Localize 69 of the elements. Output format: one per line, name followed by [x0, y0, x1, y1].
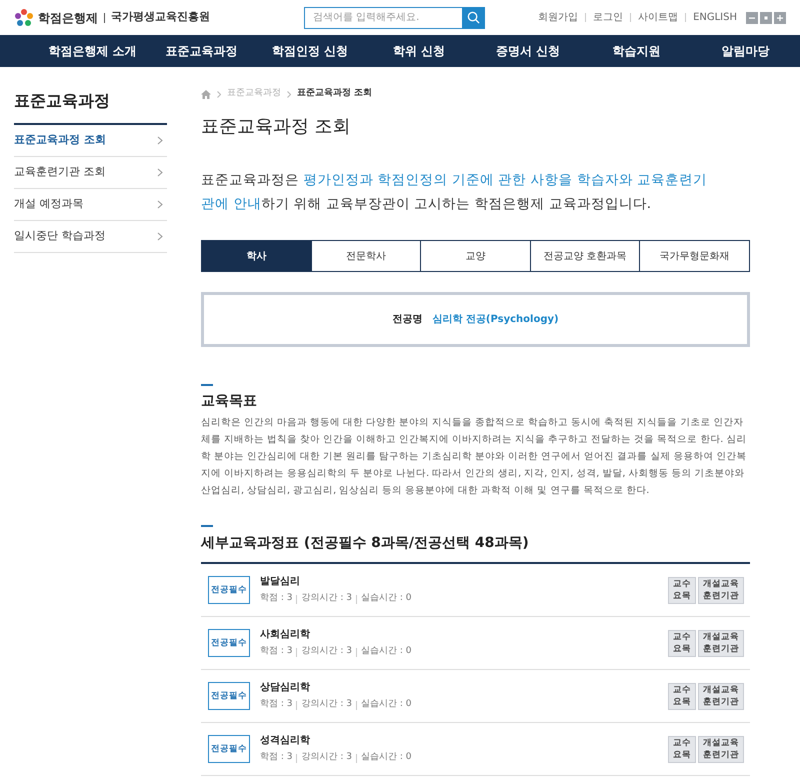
- sidebar-item[interactable]: 개설 예정과목: [14, 189, 167, 221]
- org-name: 국가평생교육진흥원: [111, 9, 210, 26]
- page-title: 표준교육과정 조회: [201, 115, 352, 139]
- course-stat: 학점 : 3: [260, 751, 292, 764]
- course-name[interactable]: 상담심리학: [260, 680, 412, 696]
- util-link[interactable]: 사이트맵: [638, 10, 678, 25]
- util-link[interactable]: ENGLISH: [693, 10, 737, 25]
- course-name[interactable]: 성격심리학: [260, 733, 412, 748]
- course-action-button[interactable]: 개설교육 훈련기관: [698, 630, 744, 656]
- course-name[interactable]: 사회심리학: [260, 627, 412, 642]
- chevron-right-icon: [157, 232, 163, 241]
- chevron-right-icon: [157, 136, 163, 145]
- nav-item[interactable]: 증명서 신청: [473, 42, 582, 60]
- chevron-right-icon: [157, 168, 163, 177]
- search-button[interactable]: [462, 6, 485, 28]
- course-stat: 학점 : 3: [260, 645, 292, 658]
- course-stat: 실습시간 : 0: [360, 751, 412, 764]
- course-stat: 학점 : 3: [260, 698, 292, 712]
- nav-item[interactable]: 학점인정 신청: [256, 42, 365, 60]
- chevron-right-icon: [157, 200, 163, 209]
- sidebar-title: 표준교육과정: [14, 89, 167, 125]
- course-stat: 실습시간 : 0: [360, 698, 412, 712]
- course-action-button[interactable]: 개설교육 훈련기관: [698, 576, 744, 604]
- section-title: 교육목표: [201, 392, 258, 411]
- course-action-button[interactable]: 교수 요목: [668, 736, 696, 762]
- zoom-in-icon[interactable]: [774, 12, 786, 24]
- search-icon: [467, 11, 480, 24]
- logo-text[interactable]: 학점은행제: [38, 8, 98, 26]
- course-stat: 학점 : 3: [260, 592, 292, 606]
- zoom-out-icon[interactable]: [746, 12, 758, 24]
- course-action-button[interactable]: 개설교육 훈련기관: [698, 682, 744, 710]
- major-value: 심리학 전공(Psychology): [432, 313, 559, 327]
- tab[interactable]: 학사: [202, 241, 311, 271]
- course-type-badge: 전공필수: [208, 629, 250, 657]
- course-type-badge: 전공필수: [208, 682, 250, 710]
- course-stat: 강의시간 : 3: [301, 592, 352, 606]
- major-label: 전공명: [392, 313, 422, 327]
- course-stat: 강의시간 : 3: [301, 645, 352, 658]
- breadcrumb-item[interactable]: 표준교육과정 조회: [297, 87, 372, 101]
- course-type-badge: 전공필수: [208, 576, 250, 604]
- course-stat: 실습시간 : 0: [360, 645, 412, 658]
- nav-item[interactable]: 학습지원: [582, 42, 692, 60]
- nav-item[interactable]: 학점은행제 소개: [38, 42, 147, 60]
- course-stat: 강의시간 : 3: [301, 751, 352, 764]
- home-icon[interactable]: [201, 90, 211, 98]
- course-action-button[interactable]: 교수 요목: [668, 576, 696, 604]
- nav-item[interactable]: 알림마당: [691, 42, 800, 60]
- flower-logo-icon: [14, 8, 34, 28]
- section-title: 세부교육과정표 (전공필수 8과목/전공선택 48과목): [201, 533, 750, 564]
- zoom-reset-icon[interactable]: [760, 12, 772, 24]
- util-link[interactable]: 회원가입: [538, 10, 578, 25]
- sidebar-item[interactable]: 표준교육과정 조회: [14, 125, 167, 157]
- util-link[interactable]: 로그인: [593, 10, 624, 25]
- nav-item[interactable]: 학위 신청: [364, 42, 474, 60]
- chevron-right-icon: [217, 90, 221, 98]
- goal-text: 심리학은 인간의 마음과 행동에 대한 다양한 분야의 지식들을 종합적으로 학습하고 동시에 축적된 지식들을 기초로 인간자체를 지배하는 법칙을 찾아 인간을 이해하고 인간복지에 이바지하려는 지식을 추구하고 전달하는 것을 목적으로 한다. 심리학 분야는 인간심리에 대한 기본 원리를 탐구하는 기초심리학 분야와 이러한 연구에서 얻어진 결과를 실제 응용하여 인간복지에 이바지하려는 응용심리학의 두 분야로 나뉜다. 따라서 인간의 생리, 지각, 인지, 성격, 발달, 사회행동 등의 기초분야와 산업심리, 상담심리, 광고심리, 임상심리 등의 응용분야에 대한 과학적 이해 및 연구를 목적으로 한다.: [201, 416, 748, 498]
- sidebar-item[interactable]: 교육훈련기관 조회: [14, 157, 167, 189]
- course-stat: 강의시간 : 3: [301, 698, 352, 712]
- search-field[interactable]: 검색어를 입력해주세요.: [304, 6, 462, 28]
- course-action-button[interactable]: 교수 요목: [668, 682, 696, 710]
- course-stat: 실습시간 : 0: [360, 592, 412, 606]
- intro-text: 표준교육과정은 평가인정과 학점인정의 기준에 관한 사항을 학습자와 교육훈련기관에 안내 하기 위해 교육부장관이 고시하는 학점은행제 교육과정입니다.: [201, 171, 708, 214]
- course-action-button[interactable]: 교수 요목: [668, 630, 696, 656]
- course-type-badge: 전공필수: [208, 735, 250, 763]
- sidebar-item[interactable]: 일시중단 학습과정: [14, 221, 167, 253]
- course-name[interactable]: 발달심리: [260, 574, 412, 590]
- nav-item[interactable]: 표준교육과정: [146, 42, 256, 60]
- course-action-button[interactable]: 개설교육 훈련기관: [698, 736, 744, 762]
- chevron-right-icon: [287, 90, 291, 98]
